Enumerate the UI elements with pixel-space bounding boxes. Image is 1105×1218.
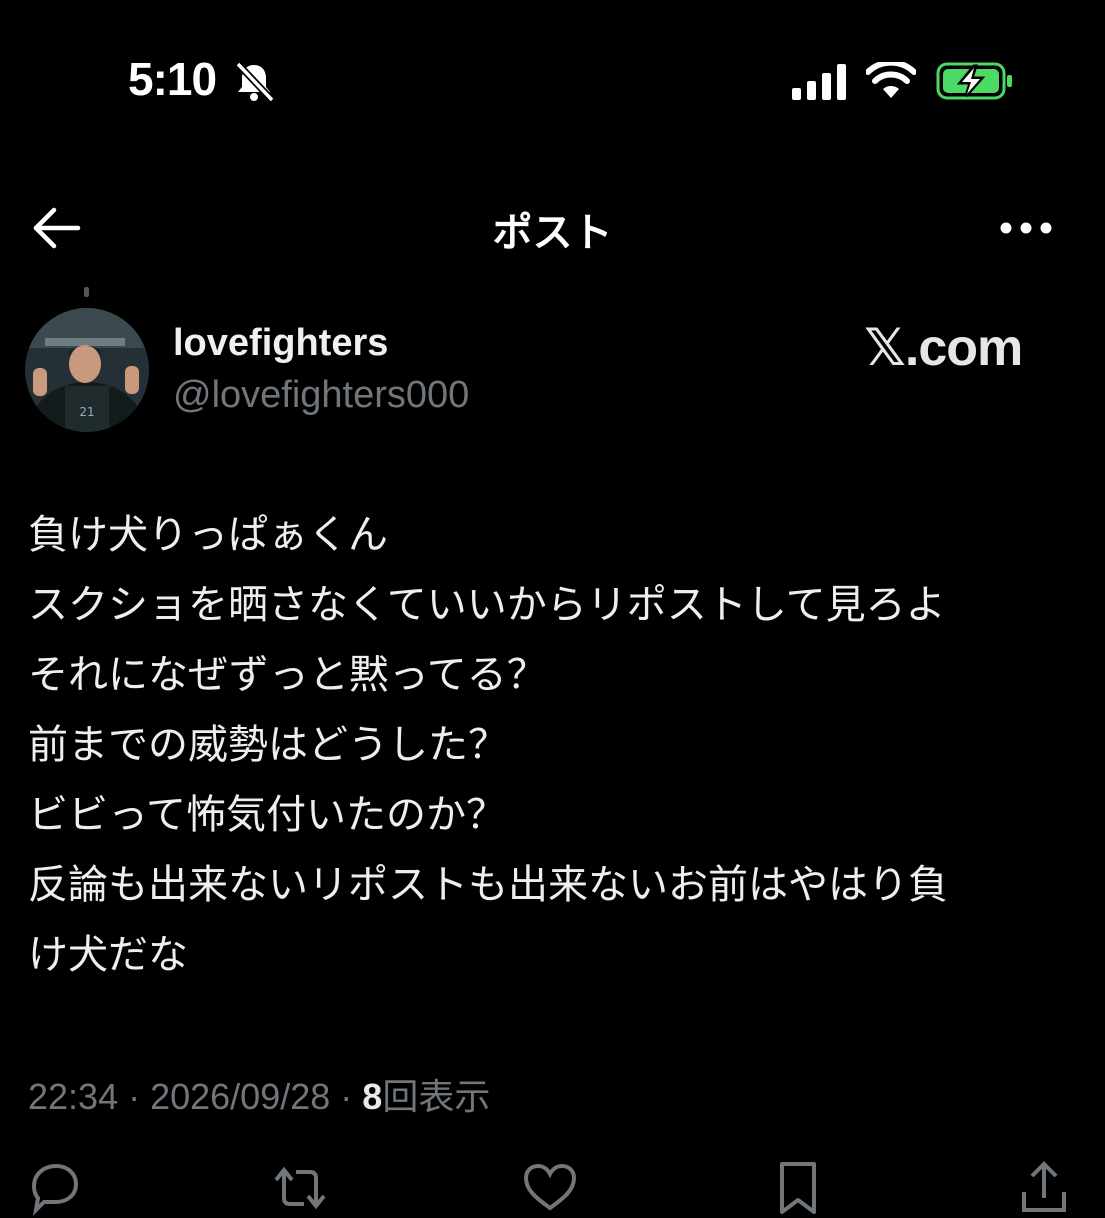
- share-icon[interactable]: [1014, 1158, 1074, 1218]
- reply-icon[interactable]: [24, 1158, 84, 1218]
- post-line: 前までの威勢はどうした？: [28, 722, 508, 768]
- post-date: 2026/09/28: [150, 1076, 331, 1117]
- watermark-logo: 𝕏.com: [864, 319, 1023, 377]
- status-bar: 5:10: [0, 0, 1105, 170]
- bell-off-icon: [235, 61, 275, 103]
- like-icon[interactable]: [520, 1158, 580, 1218]
- avatar-photo: 21: [25, 308, 149, 432]
- post-line: スクショを晒さなくていいからリポストして見ろよ: [28, 582, 946, 628]
- action-bar: [0, 1158, 1105, 1218]
- meta-separator: ·: [118, 1076, 151, 1117]
- status-time: 5:10: [128, 53, 217, 105]
- post-meta: 22:34 · 2026/09/28 · 8回表示: [28, 1068, 490, 1120]
- views-count[interactable]: 8: [362, 1076, 382, 1117]
- post-time: 22:34: [28, 1076, 119, 1117]
- repost-icon[interactable]: [270, 1158, 330, 1218]
- post-line: 反論も出来ないリポストも出来ないお前はやはり負: [28, 862, 948, 908]
- author-handle[interactable]: @lovefighters000: [173, 374, 469, 417]
- more-options-icon[interactable]: [998, 220, 1054, 236]
- bookmark-icon[interactable]: [768, 1158, 828, 1218]
- views-label[interactable]: 回表示: [382, 1076, 490, 1117]
- post-text: 負け犬りっぱぁくん スクショを晒さなくていいからリポストして見ろよ それになぜず…: [28, 500, 1068, 990]
- post-line: ビビって怖気付いたのか？: [28, 792, 506, 838]
- author-display-name[interactable]: lovefighters: [173, 322, 388, 365]
- thread-line: [84, 287, 89, 297]
- svg-text:21: 21: [79, 405, 94, 419]
- page-title: ポスト: [492, 210, 613, 256]
- signal-icon: [792, 64, 846, 100]
- post-line: それになぜずっと黙ってる？: [28, 652, 547, 698]
- post-line: 負け犬りっぱぁくん: [28, 512, 388, 558]
- meta-separator: ·: [330, 1076, 363, 1117]
- post-line: け犬だな: [28, 932, 188, 978]
- post-header: ポスト: [0, 190, 1105, 270]
- battery-icon: [936, 62, 1012, 100]
- wifi-icon: [866, 62, 916, 98]
- avatar[interactable]: 21: [25, 308, 149, 432]
